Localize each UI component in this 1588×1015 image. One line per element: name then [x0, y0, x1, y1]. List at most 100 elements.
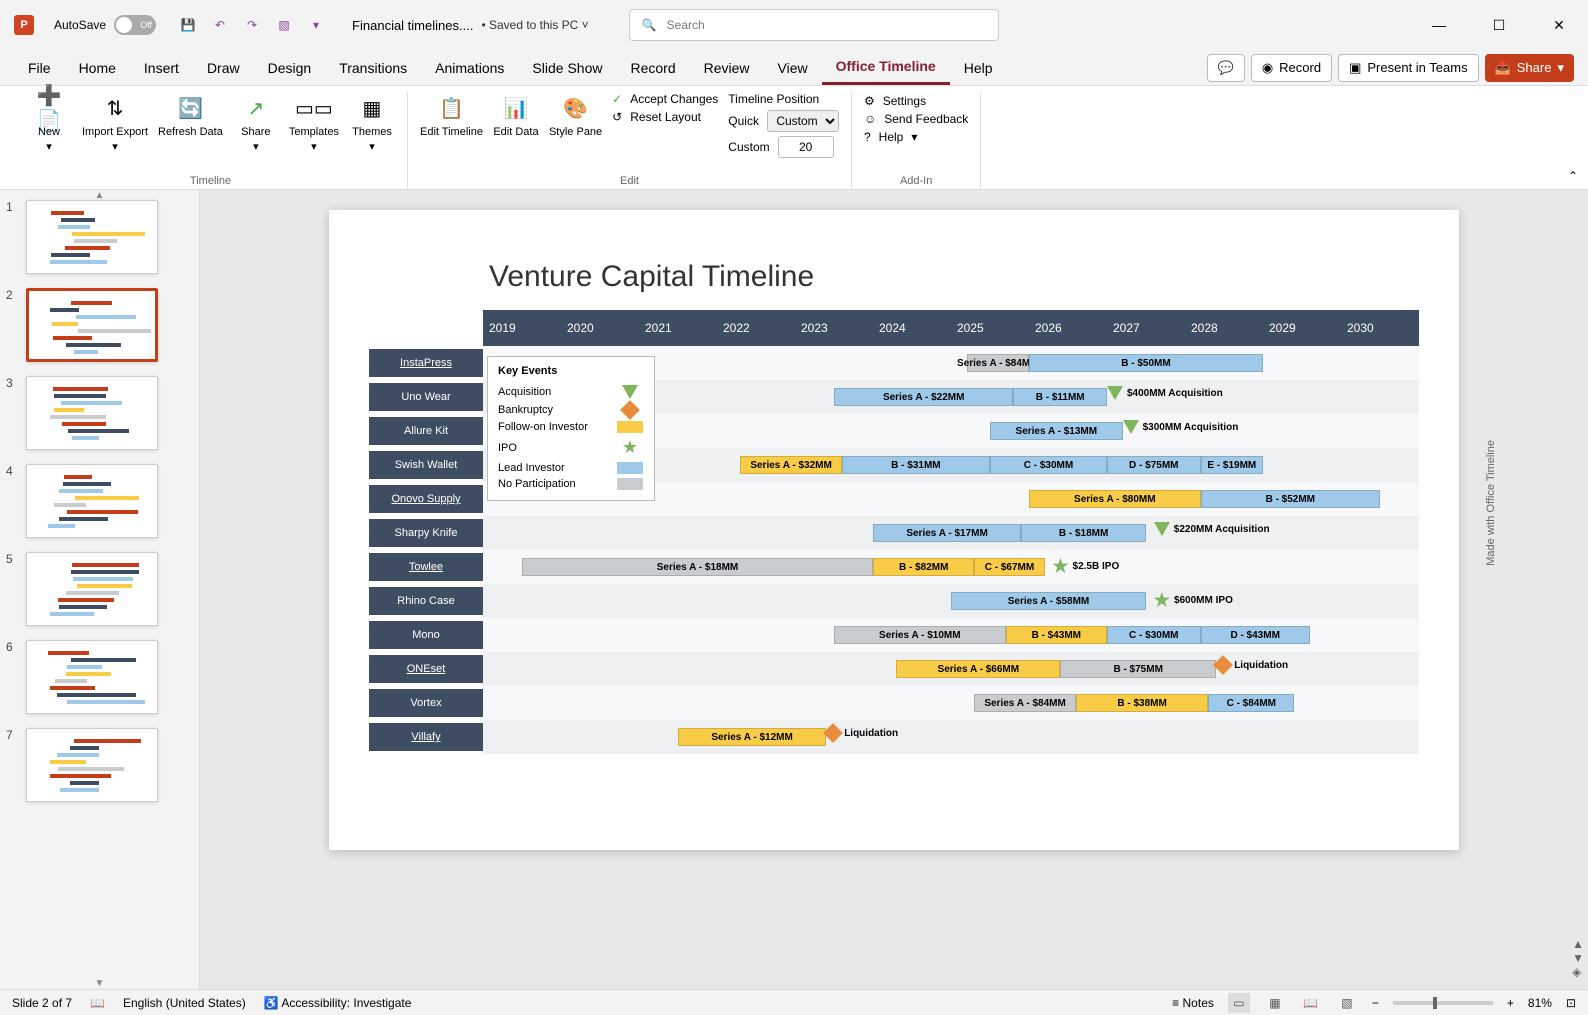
funding-bar[interactable]: Series A - $17MM: [873, 524, 1021, 542]
search-input[interactable]: 🔍 Search: [629, 9, 999, 41]
zoom-slider[interactable]: [1393, 1001, 1493, 1005]
zoom-in-button[interactable]: +: [1507, 996, 1514, 1010]
funding-bar[interactable]: Series A - $12MM: [678, 728, 826, 746]
redo-icon[interactable]: ↷: [240, 13, 264, 37]
fit-window-button[interactable]: ⊡: [1566, 996, 1576, 1010]
funding-bar[interactable]: B - $18MM: [1021, 524, 1146, 542]
slide-nav-arrows[interactable]: ▲▼◈: [1572, 937, 1584, 979]
tab-review[interactable]: Review: [690, 52, 764, 84]
event-marker[interactable]: Liquidation: [826, 726, 898, 740]
themes-button[interactable]: ▦Themes▾: [349, 92, 395, 153]
funding-bar[interactable]: B - $50MM: [1029, 354, 1263, 372]
funding-bar[interactable]: Series A - $84MM: [974, 694, 1075, 712]
record-button[interactable]: ◉ Record: [1251, 54, 1332, 82]
qat-more-icon[interactable]: ▾: [304, 13, 328, 37]
event-marker[interactable]: $300MM Acquisition: [1123, 420, 1239, 434]
new-button[interactable]: ➕📄New▾: [26, 92, 72, 153]
slide-canvas[interactable]: Venture Capital Timeline 201920202021202…: [200, 190, 1588, 989]
thumbnail-6[interactable]: 6: [6, 640, 193, 714]
funding-bar[interactable]: Series A - $18MM: [522, 558, 873, 576]
tab-view[interactable]: View: [764, 52, 822, 84]
normal-view-button[interactable]: ▭: [1228, 993, 1250, 1013]
funding-bar[interactable]: Series A - $32MM: [740, 456, 841, 474]
style-pane-button[interactable]: 🎨Style Pane: [549, 92, 602, 138]
thumbnail-7[interactable]: 7: [6, 728, 193, 802]
funding-bar[interactable]: Series A - $84MM: [967, 354, 1029, 372]
zoom-out-button[interactable]: −: [1372, 996, 1379, 1010]
thumbnail-4[interactable]: 4: [6, 464, 193, 538]
slide-counter[interactable]: Slide 2 of 7: [12, 996, 72, 1010]
funding-bar[interactable]: Series A - $10MM: [834, 626, 1006, 644]
saved-status[interactable]: • Saved to this PC ˅: [481, 18, 588, 32]
autosave-toggle[interactable]: AutoSave Off: [54, 15, 156, 35]
accept-changes-button[interactable]: ✓Accept Changes: [612, 92, 718, 106]
scroll-down-icon[interactable]: ▼: [95, 978, 105, 989]
tab-help[interactable]: Help: [950, 52, 1007, 84]
tab-draw[interactable]: Draw: [193, 52, 254, 84]
present-teams-button[interactable]: ▣ Present in Teams: [1338, 54, 1479, 82]
funding-bar[interactable]: E - $19MM: [1201, 456, 1263, 474]
thumbnail-5[interactable]: 5: [6, 552, 193, 626]
thumbnail-3[interactable]: 3: [6, 376, 193, 450]
settings-button[interactable]: ⚙Settings: [864, 94, 926, 108]
custom-position-input[interactable]: Custom: [728, 136, 833, 158]
refresh-data-button[interactable]: 🔄Refresh Data: [158, 92, 223, 138]
language-status[interactable]: English (United States): [123, 996, 246, 1010]
undo-icon[interactable]: ↶: [208, 13, 232, 37]
tab-file[interactable]: File: [14, 52, 65, 84]
present-icon[interactable]: ▧: [272, 13, 296, 37]
save-icon[interactable]: 💾: [176, 13, 200, 37]
funding-bar[interactable]: B - $43MM: [1006, 626, 1107, 644]
comments-button[interactable]: 💬: [1207, 54, 1245, 82]
slide[interactable]: Venture Capital Timeline 201920202021202…: [329, 210, 1459, 850]
maximize-button[interactable]: ☐: [1484, 10, 1514, 40]
funding-bar[interactable]: B - $31MM: [842, 456, 990, 474]
collapse-ribbon-button[interactable]: ⌃: [1568, 169, 1578, 183]
reset-layout-button[interactable]: ↺Reset Layout: [612, 110, 701, 124]
help-button[interactable]: ?Help ▾: [864, 130, 917, 144]
minimize-button[interactable]: —: [1424, 10, 1454, 40]
event-marker[interactable]: Liquidation: [1216, 658, 1288, 672]
reading-view-button[interactable]: 📖: [1300, 993, 1322, 1013]
tab-insert[interactable]: Insert: [130, 52, 193, 84]
funding-bar[interactable]: Series A - $66MM: [896, 660, 1060, 678]
event-marker[interactable]: ★$600MM IPO: [1154, 590, 1233, 611]
event-marker[interactable]: $220MM Acquisition: [1154, 522, 1270, 536]
edit-data-button[interactable]: 📊Edit Data: [493, 92, 539, 138]
tab-slideshow[interactable]: Slide Show: [518, 52, 616, 84]
funding-bar[interactable]: B - $52MM: [1201, 490, 1380, 508]
funding-bar[interactable]: C - $84MM: [1208, 694, 1294, 712]
zoom-level[interactable]: 81%: [1528, 996, 1552, 1010]
funding-bar[interactable]: C - $67MM: [974, 558, 1044, 576]
funding-bar[interactable]: D - $75MM: [1107, 456, 1201, 474]
funding-bar[interactable]: Series A - $80MM: [1029, 490, 1201, 508]
send-feedback-button[interactable]: ☺Send Feedback: [864, 112, 968, 126]
templates-button[interactable]: ▭▭Templates▾: [289, 92, 339, 153]
toggle-switch[interactable]: Off: [114, 15, 156, 35]
tab-record[interactable]: Record: [616, 52, 689, 84]
funding-bar[interactable]: B - $82MM: [873, 558, 974, 576]
event-marker[interactable]: $400MM Acquisition: [1107, 386, 1223, 400]
share-timeline-button[interactable]: ↗Share▾: [233, 92, 279, 153]
close-button[interactable]: ✕: [1544, 10, 1574, 40]
funding-bar[interactable]: Series A - $58MM: [951, 592, 1146, 610]
quick-position-select[interactable]: QuickCustom: [728, 110, 839, 132]
funding-bar[interactable]: B - $11MM: [1013, 388, 1107, 406]
funding-bar[interactable]: Series A - $13MM: [990, 422, 1123, 440]
slideshow-view-button[interactable]: ▧: [1336, 993, 1358, 1013]
tab-transitions[interactable]: Transitions: [325, 52, 421, 84]
funding-bar[interactable]: D - $43MM: [1201, 626, 1310, 644]
tab-animations[interactable]: Animations: [421, 52, 518, 84]
accessibility-status[interactable]: ♿ Accessibility: Investigate: [264, 996, 412, 1010]
spellcheck-icon[interactable]: 📖: [90, 996, 105, 1010]
share-button[interactable]: 📤 Share ▾: [1485, 54, 1574, 82]
funding-bar[interactable]: Series A - $22MM: [834, 388, 1013, 406]
thumbnail-2[interactable]: 2: [6, 288, 193, 362]
funding-bar[interactable]: C - $30MM: [1107, 626, 1201, 644]
funding-bar[interactable]: B - $75MM: [1060, 660, 1216, 678]
tab-office-timeline[interactable]: Office Timeline: [822, 50, 950, 85]
tab-design[interactable]: Design: [254, 52, 326, 84]
funding-bar[interactable]: B - $38MM: [1076, 694, 1209, 712]
event-marker[interactable]: ★$2.5B IPO: [1052, 556, 1119, 577]
funding-bar[interactable]: C - $30MM: [990, 456, 1107, 474]
